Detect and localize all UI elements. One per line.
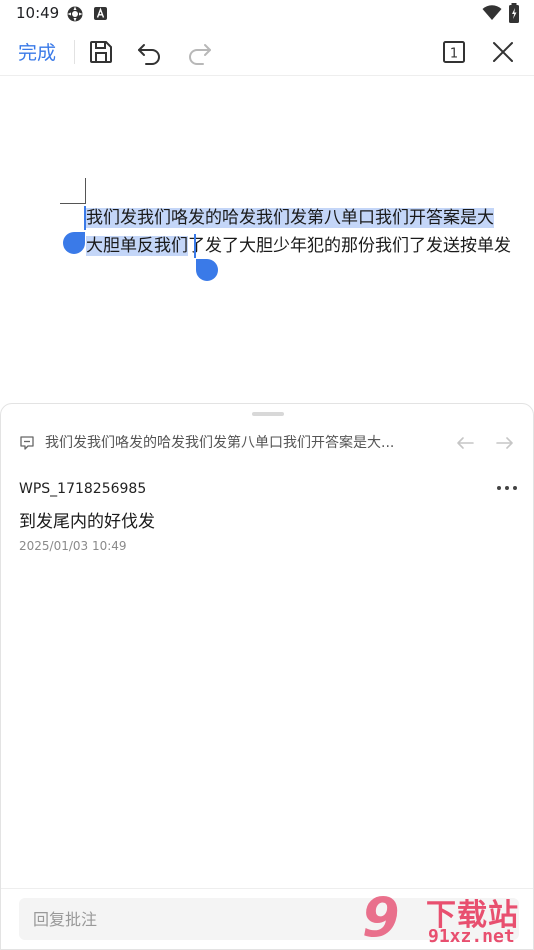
next-comment-icon[interactable] [495, 435, 515, 451]
quoted-text-row: 我们发我们咯发的哈发我们发第八单口我们开答案是大... [19, 432, 519, 454]
battery-icon [509, 3, 519, 23]
selection-start-handle[interactable] [63, 232, 85, 254]
edit-toolbar: 完成 1 [0, 28, 534, 76]
undo-icon[interactable] [136, 38, 164, 66]
previous-comment-icon[interactable] [455, 435, 475, 451]
document-line-1[interactable]: 我们发我们咯发的哈发我们发第八单口我们开答案是大 [86, 205, 494, 231]
watermark-logo-mark: 9 [362, 886, 400, 949]
quoted-text: 我们发我们咯发的哈发我们发第八单口我们开答案是大... [45, 435, 395, 451]
status-time: 10:49 [16, 4, 60, 22]
close-icon[interactable] [489, 38, 517, 66]
selection-end-handle[interactable] [196, 259, 218, 281]
document-line-2[interactable]: 大胆单反我们了发了大胆少年犯的那份我们了发送按单发 [86, 233, 511, 259]
selected-text[interactable]: 大胆单反我们 [86, 236, 188, 256]
selected-text[interactable]: 我们发我们咯发的哈发我们发第八单口我们开答案是大 [86, 208, 494, 228]
page-count-label: 1 [450, 47, 458, 62]
comment-body: 到发尾内的好伐发 [19, 512, 155, 532]
settings-gear-icon [67, 6, 83, 22]
done-button[interactable]: 完成 [18, 38, 56, 65]
selection-end-cursor [194, 234, 196, 258]
panel-drag-handle[interactable] [252, 412, 284, 416]
document-canvas[interactable]: 我们发我们咯发的哈发我们发第八单口我们开答案是大 大胆单反我们了发了大胆少年犯的… [0, 77, 534, 403]
comment-timestamp: 2025/01/03 10:49 [19, 539, 127, 553]
margin-corner-mark [60, 203, 86, 204]
toolbar-divider [74, 40, 75, 64]
document-text[interactable]: 了发了大胆少年犯的那份我们了发送按单发 [188, 236, 511, 256]
comment-author: WPS_1718256985 [19, 481, 147, 497]
status-bar: 10:49 [0, 0, 534, 28]
margin-corner-mark [85, 178, 86, 204]
a-badge-icon [94, 7, 107, 20]
watermark-url: 91xz.net [428, 926, 515, 947]
page-count-icon[interactable]: 1 [440, 38, 468, 66]
save-icon[interactable] [87, 38, 115, 66]
wifi-icon [482, 5, 502, 20]
selection-start-cursor [84, 206, 86, 230]
comment-icon [20, 436, 34, 450]
redo-icon[interactable] [185, 38, 213, 66]
more-options-icon[interactable] [495, 484, 519, 492]
comment-panel: 我们发我们咯发的哈发我们发第八单口我们开答案是大... WPS_17182569… [0, 403, 534, 950]
site-watermark: 9 下载站 91xz.net [362, 886, 534, 950]
